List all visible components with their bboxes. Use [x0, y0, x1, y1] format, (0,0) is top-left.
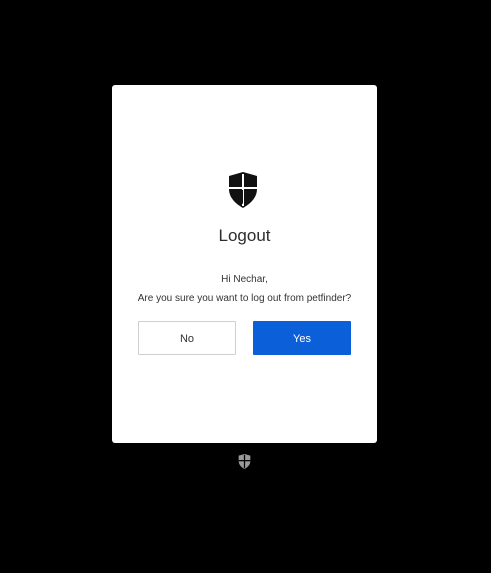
no-button[interactable]: No	[138, 321, 236, 355]
logout-page: Logout Hi Nechar, Are you sure you want …	[0, 0, 491, 573]
yes-button[interactable]: Yes	[253, 321, 351, 355]
shield-logo-icon	[229, 172, 257, 208]
confirm-question: Are you sure you want to log out from pe…	[137, 293, 352, 304]
greeting-text: Hi Nechar,	[221, 274, 268, 285]
footer-shield-logo-icon	[238, 454, 251, 469]
page-title: Logout	[218, 226, 271, 245]
logout-dialog: Logout Hi Nechar, Are you sure you want …	[112, 85, 377, 443]
